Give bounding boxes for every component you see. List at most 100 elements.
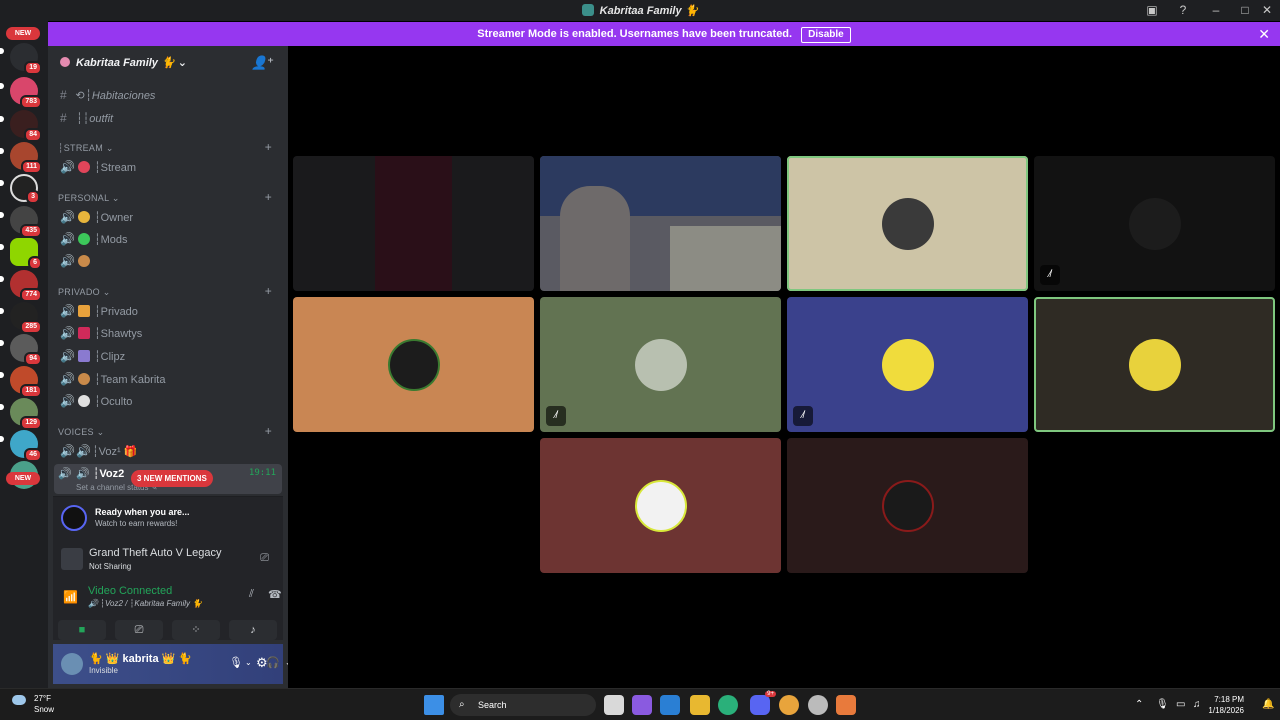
server-icon[interactable]: 46 [10,430,42,462]
video-tile[interactable]: ⁄̸ [787,297,1028,432]
avatar [634,338,687,391]
search-placeholder: Search [478,700,507,710]
activities-button[interactable]: ⁘ [172,620,220,640]
gear-icon[interactable]: ⚙ [256,655,268,671]
microphone-icon[interactable]: 🎙 [229,656,243,669]
voice-channel[interactable]: 🔊 ┆Shawtys [54,323,282,343]
edge-icon[interactable] [718,695,738,715]
soundboard-button[interactable]: ♪ [229,620,277,640]
discord-taskbar-icon[interactable]: 9+ [750,691,776,715]
file-explorer-icon[interactable] [690,695,710,715]
disable-streamer-mode-button[interactable]: Disable [801,27,851,43]
minimize-button[interactable]: – [1207,2,1225,18]
create-channel-plus-icon[interactable]: + [265,190,272,204]
guild-icon [60,57,70,67]
camera-button[interactable]: ■ [58,620,106,640]
category-stream[interactable]: ┆STREAM ⌄ + [58,140,282,154]
category-personal[interactable]: PERSONAL ⌄ + [58,190,282,204]
app-icon[interactable] [836,695,856,715]
speaker-icon: 🔊 [60,394,75,408]
close-window-button[interactable]: ✕ [1258,2,1276,18]
maximize-button[interactable]: □ [1236,2,1254,18]
game-activity-panel: Grand Theft Auto V Legacy Not Sharing ⎚ [53,538,283,580]
stream-game-icon[interactable]: ⎚ [260,552,269,565]
server-rail: NEW 19 783 84 111 3 435 6 774 285 94 181… [0,21,48,688]
text-channel[interactable]: # ⟲┆Habitaciones [54,85,282,105]
app-icon[interactable] [808,695,828,715]
create-channel-plus-icon[interactable]: + [265,140,272,154]
category-privado[interactable]: PRIVADO ⌄ + [58,284,282,298]
screen-share-button[interactable]: ⎚ [115,620,163,640]
video-tile[interactable] [540,156,781,291]
voice-channel[interactable]: 🔊 ┆Privado [54,301,282,321]
voice-channel[interactable]: 🔊 ┆Oculto [54,391,282,411]
voice-channel[interactable]: 🔊 ┆Clipz [54,346,282,366]
video-tile[interactable] [787,438,1028,573]
microphone-tray-icon[interactable]: 🎙 [1156,699,1169,710]
chevron-up-icon[interactable]: ⌃ [1135,699,1143,710]
chevron-down-icon[interactable]: ⌄ [245,658,252,667]
category-voices[interactable]: VOICES ⌄ + [58,424,282,438]
task-view-icon[interactable] [604,695,624,715]
speaker-icon: 🔊 [60,254,75,268]
voice-channel[interactable]: 🔊 [54,251,282,271]
video-tile[interactable] [293,156,534,291]
text-channel[interactable]: # ┆┆outfit [54,108,282,128]
video-tile[interactable]: ⁄̸ [1034,156,1275,291]
new-unread-pill-bottom[interactable]: NEW [6,472,40,485]
help-icon[interactable]: ? [1174,2,1192,18]
voice-channel[interactable]: 🔊 ┆Team Kabrita [54,369,282,389]
voice-channel[interactable]: 🔊 ┆Owner [54,207,282,227]
unread-indicator [0,436,4,442]
voice-channel[interactable]: 🔊 ┆Stream [54,157,282,177]
create-channel-plus-icon[interactable]: + [265,284,272,298]
invite-people-icon[interactable]: 👤⁺ [251,55,274,71]
server-icon[interactable]: 94 [10,334,42,366]
speaker-icon: 🔊 [60,304,75,318]
voice-channel[interactable]: 🔊🔊┆Voz¹ 🎁 [54,441,282,461]
create-channel-plus-icon[interactable]: + [265,424,272,438]
video-tile[interactable] [540,438,781,573]
server-icon[interactable]: 774 [10,270,42,302]
video-tile[interactable]: ⁄̸ [540,297,781,432]
headphones-icon[interactable]: 🎧 [266,656,280,669]
windows-start-icon[interactable] [424,695,444,715]
weather-widget[interactable]: 27°F Snow [12,694,54,714]
noise-suppression-icon[interactable]: ⫽ [249,588,254,601]
outlook-icon[interactable] [660,695,680,715]
new-mentions-pill[interactable]: 3 NEW MENTIONS [131,470,213,487]
screen-share-icon[interactable]: ▣ [1143,2,1161,18]
chrome-icon[interactable] [779,695,799,715]
server-icon[interactable]: 3 [10,174,40,204]
video-tile-speaking[interactable] [787,156,1028,291]
connection-status[interactable]: Video Connected [88,585,172,597]
server-icon[interactable]: 783 [10,77,42,109]
server-icon[interactable]: 6 [10,238,42,270]
server-icon[interactable]: 435 [10,206,42,238]
system-clock[interactable]: 7:18 PM 1/18/2026 [1208,694,1244,716]
display-tray-icon[interactable]: ▭ [1176,699,1185,710]
video-tile-speaking[interactable] [1034,297,1275,432]
guild-header[interactable]: Kabritaa Family 🐈 ⌄ 👤⁺ [48,46,288,78]
server-icon[interactable]: 19 [10,43,42,75]
close-banner-icon[interactable]: ✕ [1258,22,1270,46]
server-icon[interactable]: 129 [10,398,42,430]
new-unread-pill-top[interactable]: NEW [6,27,40,40]
taskbar-search[interactable]: ⌕ Search [450,694,596,716]
voice-channel[interactable]: 🔊 ┆Mods [54,229,282,249]
unread-indicator [0,48,4,54]
avatar[interactable] [61,653,83,675]
disconnect-icon[interactable]: ☎ [268,588,282,601]
video-tile[interactable] [293,297,534,432]
server-icon[interactable]: 181 [10,366,42,398]
rewards-panel[interactable]: Ready when you are... Watch to earn rewa… [53,496,283,538]
speaker-tray-icon[interactable]: ♫ [1193,699,1201,710]
server-icon[interactable]: 285 [10,302,42,334]
server-icon[interactable]: 111 [10,142,42,174]
connection-location[interactable]: 🔊 ┆Voz2 / ┆Kabritaa Family 🐈 [88,599,202,608]
server-icon[interactable]: 84 [10,110,42,142]
username[interactable]: 🐈 👑 kabrita 👑 🐈 [89,652,192,665]
copilot-icon[interactable] [632,695,652,715]
notification-bell-icon[interactable]: 🔔 [1262,699,1274,710]
mention-badge: 783 [20,95,42,109]
